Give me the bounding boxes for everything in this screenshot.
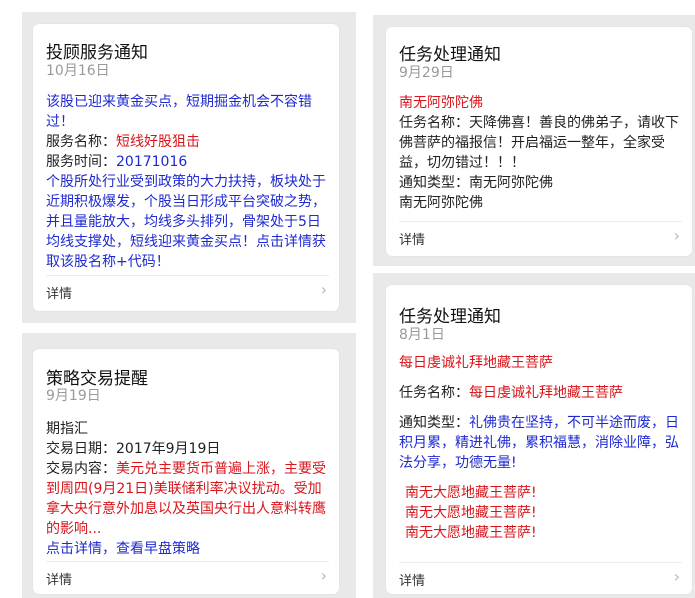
card-date: 9月29日 [399, 65, 454, 81]
body-text: 个股所处行业受到政策的大力扶持，板块处于近期积极爆发，个股当日形成平台突破之势，… [46, 174, 326, 270]
task-value: 每日虔诚礼拜地藏王菩萨 [469, 385, 623, 401]
notification-card-strategy: 策略交易提醒 9月19日 期指汇 交易日期：2017年9月19日 交易内容：美元… [33, 349, 339, 594]
notification-card-task-1: 任务处理通知 9月29日 南无阿弥陀佛 任务名称：天降佛喜！善良的佛弟子，请收下… [386, 27, 692, 256]
details-row[interactable]: 详情 › [399, 221, 682, 252]
service-time-label: 服务时间： [46, 154, 116, 170]
details-row[interactable]: 详情 › [399, 562, 682, 593]
card-date: 9月19日 [46, 388, 101, 404]
content-label: 交易内容： [46, 461, 116, 477]
greeting-text: 南无阿弥陀佛 [399, 95, 483, 111]
card-body: 每日虔诚礼拜地藏王菩萨 任务名称：每日虔诚礼拜地藏王菩萨 通知类型：礼佛贵在坚持… [399, 353, 682, 543]
card-body: 南无阿弥陀佛 任务名称：天降佛喜！善良的佛弟子，请收下佛菩萨的福报信！开启福运一… [399, 93, 682, 213]
service-name-label: 服务名称： [46, 134, 116, 150]
card-body: 期指汇 交易日期：2017年9月19日 交易内容：美元兑主要货币普遍上涨，主要受… [46, 419, 329, 559]
service-name-value: 短线好股狙击 [116, 134, 200, 150]
details-label: 详情 [46, 287, 73, 302]
chant-line: 南无大愿地藏王菩萨! [405, 485, 537, 501]
details-row[interactable]: 详情 › [46, 275, 329, 306]
chevron-right-icon: › [673, 226, 680, 245]
card-date: 8月1日 [399, 327, 445, 343]
type-label: 通知类型： [399, 415, 469, 431]
cta-text: 点击详情，查看早盘策略 [46, 541, 200, 557]
card-body: 该股已迎来黄金买点，短期掘金机会不容错过！ 服务名称：短线好股狙击 服务时间：2… [46, 92, 329, 272]
chant-line: 南无大愿地藏王菩萨! [405, 505, 537, 521]
details-label: 详情 [46, 573, 73, 588]
chevron-right-icon: › [673, 567, 680, 586]
task-label: 任务名称： [399, 115, 469, 131]
chevron-right-icon: › [320, 280, 327, 299]
service-time-value: 20171016 [116, 154, 188, 170]
notification-card-task-2: 任务处理通知 8月1日 每日虔诚礼拜地藏王菩萨 任务名称：每日虔诚礼拜地藏王菩萨… [386, 285, 692, 594]
type-label: 通知类型： [399, 175, 469, 191]
source-text: 期指汇 [46, 421, 88, 437]
trade-date-label: 交易日期： [46, 441, 116, 457]
details-label: 详情 [399, 233, 426, 248]
details-row[interactable]: 详情 › [46, 561, 329, 592]
headline-text: 每日虔诚礼拜地藏王菩萨 [399, 355, 553, 371]
notification-card-investment: 投顾服务通知 10月16日 该股已迎来黄金买点，短期掘金机会不容错过！ 服务名称… [33, 24, 339, 311]
chevron-right-icon: › [320, 566, 327, 585]
closing-text: 南无阿弥陀佛 [399, 195, 483, 211]
intro-text: 该股已迎来黄金买点，短期掘金机会不容错过！ [46, 94, 312, 130]
task-label: 任务名称： [399, 385, 469, 401]
trade-date-value: 2017年9月19日 [116, 441, 221, 457]
chant-line: 南无大愿地藏王菩萨! [405, 525, 537, 541]
type-value: 南无阿弥陀佛 [469, 175, 553, 191]
card-date: 10月16日 [46, 63, 110, 79]
details-label: 详情 [399, 574, 426, 589]
